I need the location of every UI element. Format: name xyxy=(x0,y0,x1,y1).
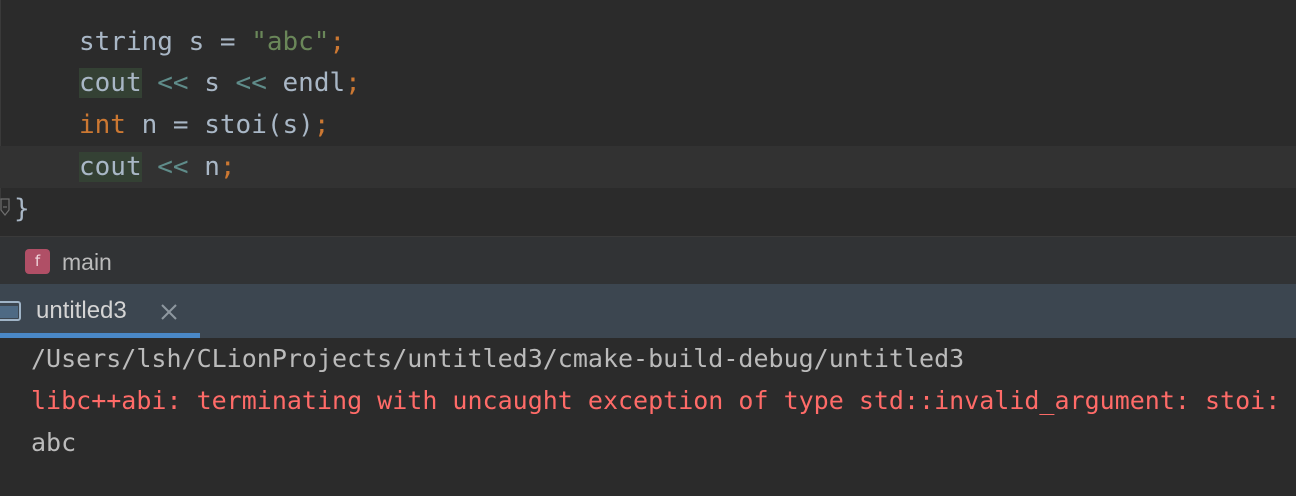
code-token: string s = xyxy=(79,27,252,57)
code-line-1[interactable]: string s = "abc"; xyxy=(0,21,1296,63)
semicolon: ; xyxy=(329,27,346,57)
semicolon: ; xyxy=(313,110,330,140)
code-token: n xyxy=(204,152,220,182)
breadcrumb-function-main[interactable]: main xyxy=(62,237,112,285)
close-icon[interactable] xyxy=(159,302,179,322)
keyword-int: int xyxy=(79,110,126,140)
code-line-3-text: int n = stoi(s); xyxy=(79,104,329,146)
console-line-error: libc++abi: terminating with uncaught exc… xyxy=(31,386,1296,415)
closing-brace: } xyxy=(14,194,30,224)
console-line-stdout: abc xyxy=(31,428,77,457)
code-editor[interactable]: string s = "abc"; cout << s << endl; int… xyxy=(0,0,1296,236)
stream-operator: << xyxy=(141,68,205,98)
code-line-3[interactable]: int n = stoi(s); xyxy=(0,104,1296,146)
string-literal: "abc" xyxy=(251,27,330,57)
code-token: s xyxy=(204,68,220,98)
code-line-1-text: string s = "abc"; xyxy=(79,21,345,63)
semicolon: ; xyxy=(219,152,236,182)
run-console-output[interactable]: /Users/lsh/CLionProjects/untitled3/cmake… xyxy=(0,338,1296,496)
semicolon: ; xyxy=(345,68,361,98)
code-line-2[interactable]: cout << s << endl; xyxy=(0,62,1296,104)
code-line-4-text: cout << n; xyxy=(79,146,236,188)
stream-operator: << xyxy=(219,68,283,98)
ide-window: string s = "abc"; cout << s << endl; int… xyxy=(0,0,1296,496)
code-line-5[interactable]: } xyxy=(0,188,1296,230)
stream-operator: << xyxy=(141,152,205,182)
code-line-2-text: cout << s << endl; xyxy=(79,62,361,104)
console-icon xyxy=(0,301,21,321)
code-token: n = stoi(s) xyxy=(125,110,314,140)
code-token: endl xyxy=(282,68,346,98)
run-tool-window-tabbar: untitled3 xyxy=(0,284,1296,338)
tab-label: untitled3 xyxy=(36,297,127,324)
identifier-cout: cout xyxy=(79,68,142,98)
console-line-path: /Users/lsh/CLionProjects/untitled3/cmake… xyxy=(31,344,965,373)
tab-untitled3[interactable]: untitled3 xyxy=(0,284,200,338)
function-icon: f xyxy=(25,249,50,274)
breadcrumb-bar: f main xyxy=(0,236,1296,284)
code-line-4-current[interactable]: cout << n; xyxy=(0,146,1296,188)
identifier-cout: cout xyxy=(79,152,142,182)
